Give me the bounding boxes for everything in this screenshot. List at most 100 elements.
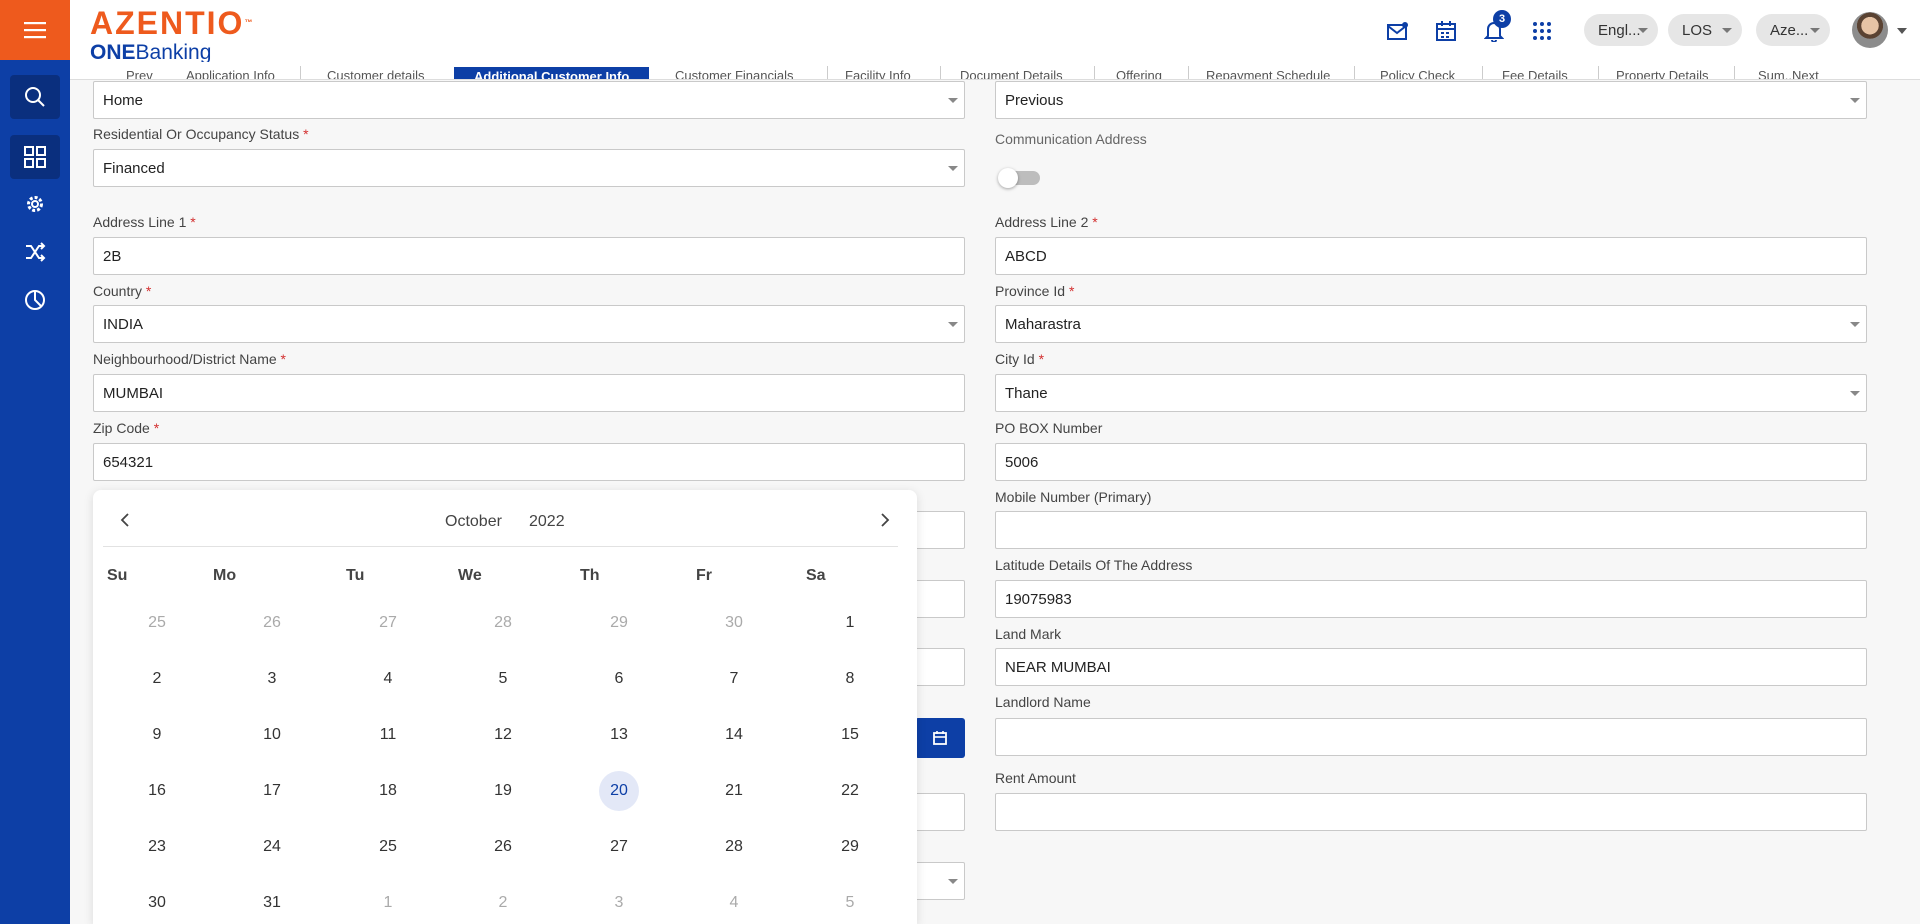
year-label[interactable]: 2022 — [529, 513, 565, 531]
tab-document-details[interactable]: Document Details — [960, 68, 1063, 79]
calendar-day[interactable]: 5 — [483, 659, 523, 699]
calendar-day[interactable]: 23 — [137, 827, 177, 867]
next-month-button[interactable] — [873, 508, 897, 532]
zip-code-input[interactable]: 654321 — [93, 443, 965, 481]
calendar-day-outside-month[interactable]: 27 — [368, 603, 408, 643]
city-select[interactable]: Thane — [995, 374, 1867, 412]
calendar-day[interactable]: 2 — [137, 659, 177, 699]
date-picker-button[interactable] — [915, 718, 965, 758]
chevron-down-icon — [1638, 28, 1648, 33]
user-avatar[interactable] — [1852, 12, 1888, 48]
zip-code-label: Zip Code * — [93, 420, 160, 436]
calendar-day-outside-month[interactable]: 2 — [483, 883, 523, 923]
mail-button[interactable] — [1383, 16, 1413, 46]
sidebar-settings-button[interactable] — [10, 182, 60, 226]
calendar-button[interactable] — [1431, 16, 1461, 46]
menu-button[interactable] — [0, 0, 70, 60]
tab-repayment-schedule[interactable]: Repayment Schedule — [1206, 68, 1330, 79]
tab-fee-details[interactable]: Fee Details — [1502, 68, 1568, 79]
calendar-day[interactable]: 21 — [714, 771, 754, 811]
tab-offering[interactable]: Offering — [1116, 68, 1162, 79]
mobile-input[interactable] — [995, 511, 1867, 549]
month-label[interactable]: October — [445, 513, 502, 531]
calendar-day[interactable]: 26 — [483, 827, 523, 867]
calendar-day[interactable]: 25 — [368, 827, 408, 867]
chevron-down-icon[interactable] — [1897, 28, 1907, 34]
calendar-day[interactable]: 1 — [830, 603, 870, 643]
entity-select[interactable]: Aze... — [1756, 14, 1830, 46]
calendar-day[interactable]: 22 — [830, 771, 870, 811]
tab-customer-details[interactable]: Customer details — [327, 68, 425, 79]
rent-amount-input[interactable] — [995, 793, 1867, 831]
calendar-day[interactable]: 11 — [368, 715, 408, 755]
calendar-day[interactable]: 19 — [483, 771, 523, 811]
communication-address-label: Communication Address — [995, 131, 1147, 147]
calendar-day[interactable]: 31 — [252, 883, 292, 923]
calendar-day[interactable]: 3 — [252, 659, 292, 699]
calendar-day[interactable]: 29 — [830, 827, 870, 867]
language-select[interactable]: Engl... — [1584, 14, 1658, 46]
calendar-day[interactable]: 6 — [599, 659, 639, 699]
tab-prev[interactable]: Prev — [126, 68, 153, 79]
chevron-down-icon — [1810, 28, 1820, 33]
po-box-input[interactable]: 5006 — [995, 443, 1867, 481]
district-input[interactable]: MUMBAI — [93, 374, 965, 412]
calendar-day-outside-month[interactable]: 25 — [137, 603, 177, 643]
calendar-day[interactable]: 30 — [137, 883, 177, 923]
calendar-day[interactable]: 27 — [599, 827, 639, 867]
tab-summary[interactable]: Sum.. — [1758, 68, 1792, 79]
latitude-input[interactable]: 19075983 — [995, 580, 1867, 618]
tab-customer-financials[interactable]: Customer Financials — [675, 68, 794, 79]
address-line-1-input[interactable]: 2B — [93, 237, 965, 275]
residential-status-select[interactable]: Financed — [93, 149, 965, 187]
tab-property-details[interactable]: Property Details — [1616, 68, 1708, 79]
landmark-input[interactable]: NEAR MUMBAI — [995, 648, 1867, 686]
province-select[interactable]: Maharastra — [995, 305, 1867, 343]
notifications-button[interactable]: 3 — [1479, 10, 1511, 46]
communication-address-toggle[interactable] — [998, 168, 1040, 188]
calendar-day-selected[interactable]: 20 — [599, 771, 639, 811]
calendar-day-outside-month[interactable]: 4 — [714, 883, 754, 923]
sidebar-search-button[interactable] — [10, 75, 60, 119]
address-line-2-input[interactable]: ABCD — [995, 237, 1867, 275]
calendar-day-outside-month[interactable]: 28 — [483, 603, 523, 643]
tab-policy-check[interactable]: Policy Check — [1380, 68, 1455, 79]
weekday-header: Sa — [806, 567, 826, 584]
calendar-day[interactable]: 12 — [483, 715, 523, 755]
calendar-day[interactable]: 18 — [368, 771, 408, 811]
calendar-day-outside-month[interactable]: 29 — [599, 603, 639, 643]
calendar-day-outside-month[interactable]: 3 — [599, 883, 639, 923]
weekday-header: Th — [580, 567, 600, 584]
calendar-day[interactable]: 14 — [714, 715, 754, 755]
sidebar-reports-button[interactable] — [10, 278, 60, 322]
calendar-day[interactable]: 16 — [137, 771, 177, 811]
country-select[interactable]: INDIA — [93, 305, 965, 343]
sidebar-workflow-button[interactable] — [10, 230, 60, 274]
calendar-day[interactable]: 4 — [368, 659, 408, 699]
tab-facility-info[interactable]: Facility Info — [845, 68, 911, 79]
tab-application-info[interactable]: Application Info — [186, 68, 275, 79]
address-type-select[interactable]: Home — [93, 81, 965, 119]
calendar-day[interactable]: 13 — [599, 715, 639, 755]
calendar-day-outside-month[interactable]: 26 — [252, 603, 292, 643]
address-period-select[interactable]: Previous — [995, 81, 1867, 119]
tab-next[interactable]: Next — [1792, 68, 1819, 79]
azentio-logo[interactable]: AZENTIO™ ONEBanking — [90, 6, 254, 64]
calendar-day-outside-month[interactable]: 1 — [368, 883, 408, 923]
calendar-day[interactable]: 15 — [830, 715, 870, 755]
apps-button[interactable] — [1527, 16, 1557, 46]
landlord-input[interactable] — [995, 718, 1867, 756]
calendar-day-outside-month[interactable]: 30 — [714, 603, 754, 643]
calendar-day[interactable]: 9 — [137, 715, 177, 755]
sidebar-dashboard-button[interactable] — [10, 135, 60, 179]
calendar-day[interactable]: 28 — [714, 827, 754, 867]
calendar-day[interactable]: 24 — [252, 827, 292, 867]
calendar-day[interactable]: 8 — [830, 659, 870, 699]
tab-additional-customer-info[interactable]: Additional Customer Info — [454, 67, 650, 79]
previous-month-button[interactable] — [113, 508, 137, 532]
calendar-day[interactable]: 17 — [252, 771, 292, 811]
calendar-day[interactable]: 10 — [252, 715, 292, 755]
module-select[interactable]: LOS — [1668, 14, 1742, 46]
calendar-day[interactable]: 7 — [714, 659, 754, 699]
calendar-day-outside-month[interactable]: 5 — [830, 883, 870, 923]
